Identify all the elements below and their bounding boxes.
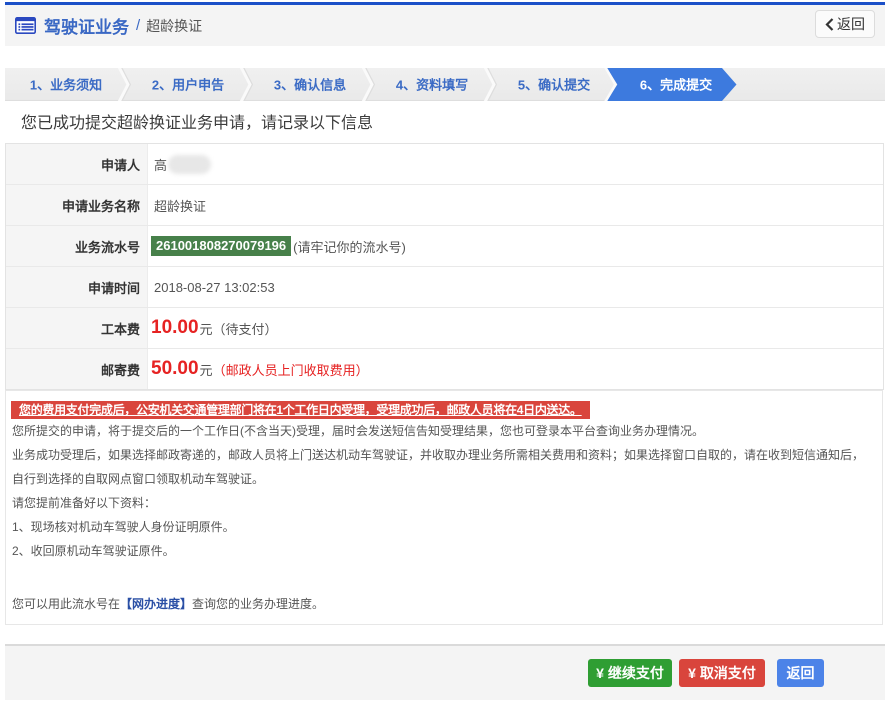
svg-text:2、用户申告: 2、用户申告 — [152, 78, 224, 93]
svg-text:1、业务须知: 1、业务须知 — [30, 78, 102, 93]
svg-text:6、完成提交: 6、完成提交 — [640, 78, 712, 93]
svg-text:5、确认提交: 5、确认提交 — [518, 78, 590, 93]
svg-text:3、确认信息: 3、确认信息 — [274, 78, 346, 93]
svg-text:4、资料填写: 4、资料填写 — [396, 78, 468, 93]
